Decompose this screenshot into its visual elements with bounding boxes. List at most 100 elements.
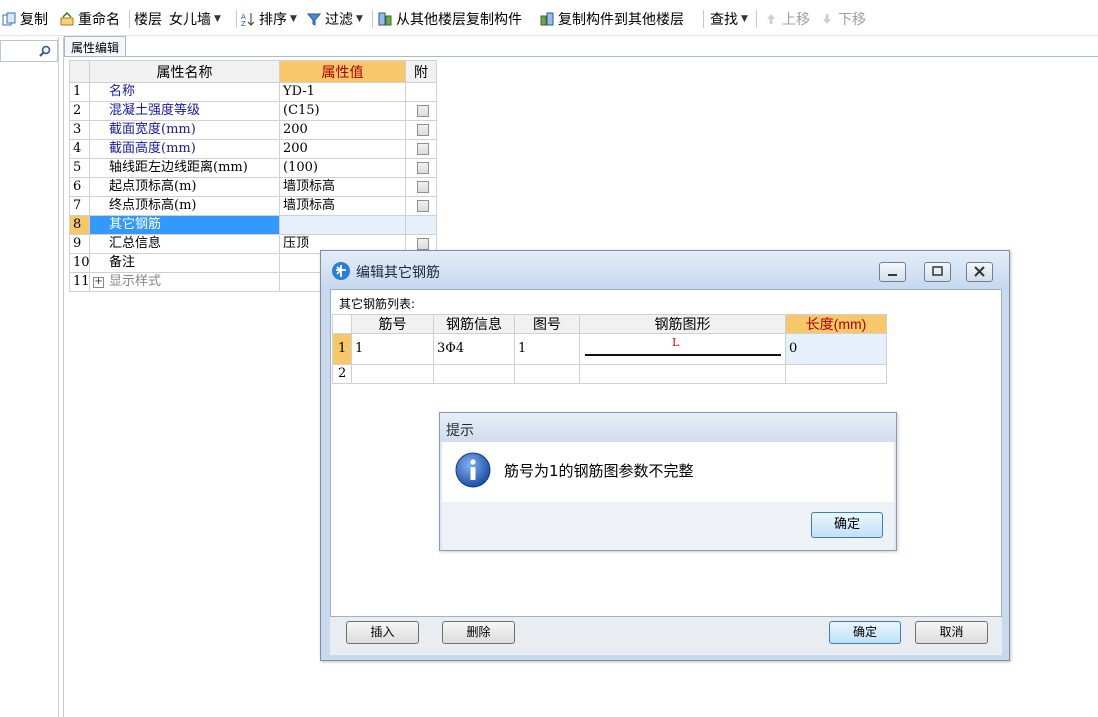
app-logo-icon <box>332 262 350 280</box>
tab-label: 属性编辑 <box>71 41 120 55</box>
search-input[interactable] <box>0 40 58 62</box>
copy-icon <box>2 12 16 26</box>
property-name: 起点顶标高(m) <box>90 178 280 197</box>
sort-button[interactable]: AZ 排序 ▼ <box>241 9 297 29</box>
move-up-button[interactable]: 上移 <box>764 9 810 29</box>
search-icon[interactable] <box>39 45 51 57</box>
attach-checkbox[interactable] <box>417 181 429 193</box>
property-name: 备注 <box>90 254 280 273</box>
move-down-label: 下移 <box>838 12 866 28</box>
filter-label: 过滤 <box>325 12 353 28</box>
bar-info-cell[interactable] <box>434 365 515 384</box>
dialog-titlebar[interactable]: 编辑其它钢筋 <box>321 251 1009 289</box>
attach-checkbox[interactable] <box>417 200 429 212</box>
attach-cell <box>406 140 437 159</box>
close-button[interactable] <box>966 262 993 282</box>
minimize-icon <box>888 274 897 276</box>
property-name: 轴线距左边线距离(mm) <box>90 159 280 178</box>
minimize-button[interactable] <box>879 262 906 282</box>
find-button[interactable]: 查找 ▼ <box>710 9 748 29</box>
insert-button[interactable]: 插入 <box>346 621 419 644</box>
floor-value: 女儿墙 <box>169 12 211 28</box>
toolbar-separator <box>372 10 373 28</box>
panel-divider <box>58 37 59 717</box>
row-num: 2 <box>332 365 352 384</box>
row-num: 1 <box>69 83 90 102</box>
attach-checkbox[interactable] <box>417 143 429 155</box>
sort-label: 排序 <box>259 12 287 28</box>
floor-dropdown[interactable]: 女儿墙 ▼ <box>167 9 223 29</box>
copy-button[interactable]: 复制 <box>2 9 48 29</box>
attach-checkbox[interactable] <box>417 162 429 174</box>
message-title: 提示 <box>446 423 474 439</box>
rename-button[interactable]: 重命名 <box>60 9 120 29</box>
floor-selector[interactable]: 楼层 女儿墙 ▼ <box>134 9 223 29</box>
expand-icon[interactable]: + <box>93 277 104 288</box>
tab-property-edit[interactable]: 属性编辑 <box>64 36 126 56</box>
tab-underline <box>64 56 1098 57</box>
shape-cell[interactable]: L <box>580 334 786 365</box>
property-value[interactable]: 200 <box>280 121 406 140</box>
dialog-footer: 插入 删除 确定 取消 <box>330 617 1002 655</box>
attach-cell <box>406 121 437 140</box>
copy-to-floor-icon <box>540 12 554 26</box>
property-name: 混凝土强度等级 <box>90 102 280 121</box>
attach-checkbox[interactable] <box>417 238 429 250</box>
svg-text:Z: Z <box>241 20 246 26</box>
header-length: 长度(mm) <box>786 314 887 334</box>
filter-button[interactable]: 过滤 ▼ <box>306 9 363 29</box>
ok-button[interactable]: 确定 <box>829 621 901 644</box>
header-shape: 钢筋图形 <box>580 314 786 334</box>
bar-no-cell[interactable] <box>352 365 434 384</box>
property-value[interactable]: 200 <box>280 140 406 159</box>
copy-from-floor-icon <box>378 12 392 26</box>
row-num: 5 <box>69 159 90 178</box>
property-value[interactable] <box>280 216 406 235</box>
cancel-button[interactable]: 取消 <box>915 621 988 644</box>
delete-button[interactable]: 删除 <box>442 621 515 644</box>
property-name: 其它钢筋 <box>90 216 280 235</box>
maximize-button[interactable] <box>924 262 951 282</box>
property-name: 截面宽度(mm) <box>90 121 280 140</box>
property-name: 显示样式 <box>109 274 162 289</box>
chevron-down-icon: ▼ <box>214 14 221 24</box>
maximize-icon <box>932 266 943 276</box>
message-body: 筋号为1的钢筋图参数不完整 <box>442 442 894 502</box>
arrow-up-icon <box>764 12 778 26</box>
shape-cell[interactable] <box>580 365 786 384</box>
attach-checkbox[interactable] <box>417 105 429 117</box>
row-num: 4 <box>69 140 90 159</box>
attach-cell <box>406 83 437 102</box>
attach-cell <box>406 178 437 197</box>
message-titlebar[interactable]: 提示 <box>440 413 896 442</box>
rename-icon <box>60 11 74 26</box>
length-cell[interactable] <box>786 365 887 384</box>
message-ok-button[interactable]: 确定 <box>811 512 883 538</box>
property-value[interactable]: (100) <box>280 159 406 178</box>
property-value[interactable]: 墙顶标高 <box>280 197 406 216</box>
fig-no-cell[interactable]: 1 <box>515 334 580 365</box>
find-label: 查找 <box>710 12 738 28</box>
row-num: 1 <box>332 334 352 365</box>
attach-cell <box>406 216 437 235</box>
property-value[interactable]: 墙顶标高 <box>280 178 406 197</box>
message-dialog: 提示 筋号为1的钢筋图参数不完整 确定 <box>439 412 897 551</box>
property-value[interactable]: YD-1 <box>280 83 406 102</box>
copy-to-floor-button[interactable]: 复制构件到其他楼层 <box>540 9 684 29</box>
bar-info-cell[interactable]: 3Φ4 <box>434 334 515 365</box>
copy-from-floor-button[interactable]: 从其他楼层复制构件 <box>378 9 522 29</box>
toolbar-separator <box>236 10 237 28</box>
header-bar-info: 钢筋信息 <box>434 314 515 334</box>
move-up-label: 上移 <box>782 12 810 28</box>
attach-checkbox[interactable] <box>417 124 429 136</box>
info-icon <box>454 451 492 489</box>
copy-to-floor-label: 复制构件到其他楼层 <box>558 12 684 28</box>
length-cell[interactable]: 0 <box>786 334 887 365</box>
sort-icon: AZ <box>241 12 255 28</box>
bar-no-cell[interactable]: 1 <box>352 334 434 365</box>
fig-no-cell[interactable] <box>515 365 580 384</box>
move-down-button[interactable]: 下移 <box>820 9 866 29</box>
row-num: 7 <box>69 197 90 216</box>
property-value[interactable]: (C15) <box>280 102 406 121</box>
row-num: 11 <box>69 273 90 292</box>
